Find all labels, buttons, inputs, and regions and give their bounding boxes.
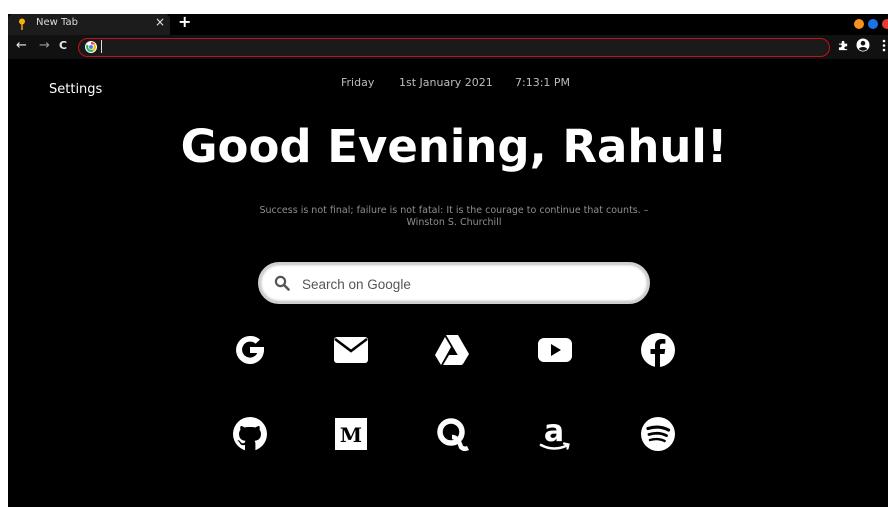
spotify-icon [641,417,675,451]
puzzle-icon[interactable] [838,40,849,51]
back-button[interactable]: ← [16,38,27,54]
svg-text:M: M [340,423,362,447]
shortcut-google[interactable] [230,330,270,370]
reload-button[interactable]: C [59,38,67,54]
browser-toolbar: ← → C [8,35,888,59]
google-drive-icon [435,335,469,365]
text-caret [101,40,102,53]
address-input[interactable] [103,39,803,55]
clock-time: 7:13:1 PM [515,76,571,89]
quote-block: Success is not final; failure is not fat… [234,205,674,229]
search-input[interactable] [302,273,632,295]
window-controls [854,19,888,29]
shortcut-facebook[interactable] [638,330,678,370]
new-tab-button[interactable]: + [178,14,191,31]
svg-text:a: a [544,415,564,449]
youtube-icon [538,338,572,362]
google-icon [236,335,264,364]
browser-window: New Tab × + ← → C Settings Friday 1st Ja… [8,14,888,507]
shortcut-amazon[interactable]: a [535,414,575,454]
quora-icon [437,418,470,452]
shortcut-github[interactable] [230,414,270,454]
tab-title: New Tab [36,17,78,28]
account-icon[interactable] [856,38,870,52]
kebab-menu-icon[interactable] [882,39,886,52]
shortcut-spotify[interactable] [638,414,678,454]
date-day: Friday [341,76,375,89]
medium-icon: M [335,418,367,450]
window-maximize-button[interactable] [868,19,878,29]
gmail-icon [334,337,368,363]
tab-new-tab[interactable]: New Tab × [8,14,170,35]
quote-author: Winston S. Churchill [406,217,502,228]
shortcut-medium[interactable]: M [331,414,371,454]
shortcut-gmail[interactable] [331,330,371,370]
greeting-heading: Good Evening, Rahul! [180,120,728,173]
shortcut-youtube[interactable] [535,330,575,370]
window-minimize-button[interactable] [854,19,864,29]
amazon-icon: a [539,415,570,450]
google-search-box[interactable] [258,262,650,304]
github-icon [233,417,267,451]
window-close-button[interactable] [882,19,888,29]
tab-strip: New Tab × + [8,14,888,35]
facebook-icon [641,333,675,367]
forward-button[interactable]: → [39,38,50,54]
pin-icon [19,18,25,30]
settings-link[interactable]: Settings [49,82,102,97]
date-full: 1st January 2021 [399,76,493,89]
shortcut-quora[interactable] [432,414,472,454]
tab-close-button[interactable]: × [155,15,165,29]
search-icon [274,275,290,291]
google-favicon-icon [85,41,97,53]
shortcut-google-drive[interactable] [432,330,472,370]
quote-text: Success is not final; failure is not fat… [259,205,649,216]
address-bar[interactable] [78,38,830,57]
